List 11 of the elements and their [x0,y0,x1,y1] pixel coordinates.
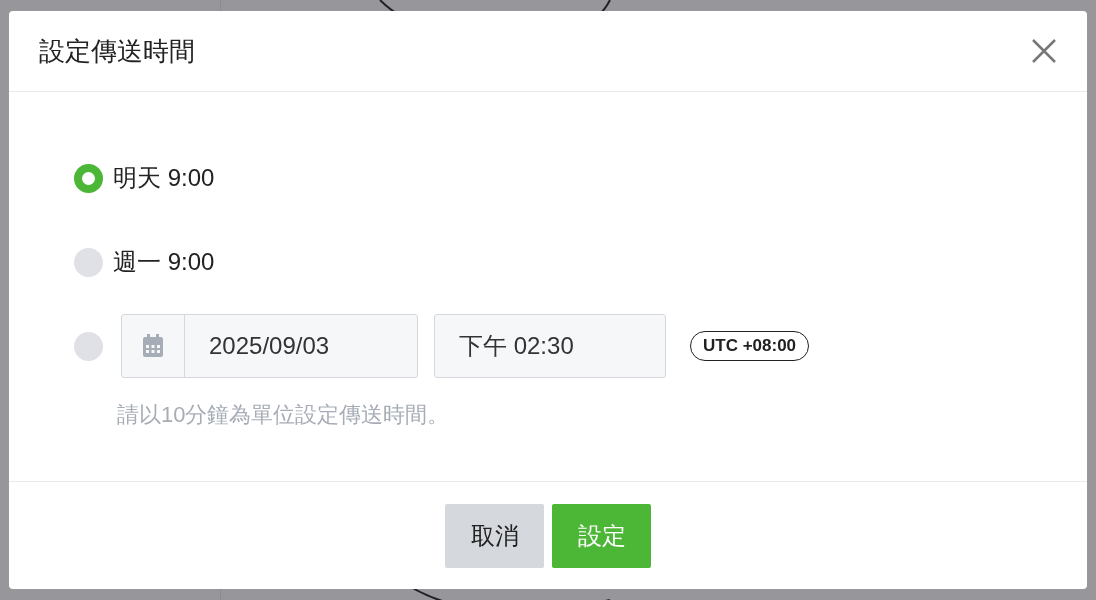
radio-button[interactable] [74,163,103,193]
cancel-button[interactable]: 取消 [445,503,544,568]
date-field[interactable]: 2025/09/03 [121,314,418,378]
calendar-icon [141,333,165,359]
option-label: 明天 9:00 [113,163,215,193]
dialog-title: 設定傳送時間 [39,34,195,68]
radio-button[interactable] [74,331,103,361]
hint-text: 請以10分鐘為單位設定傳送時間。 [117,401,451,429]
radio-button[interactable] [74,247,103,277]
time-field[interactable]: 下午 02:30 [434,314,666,378]
option-label: 週一 9:00 [113,247,215,277]
